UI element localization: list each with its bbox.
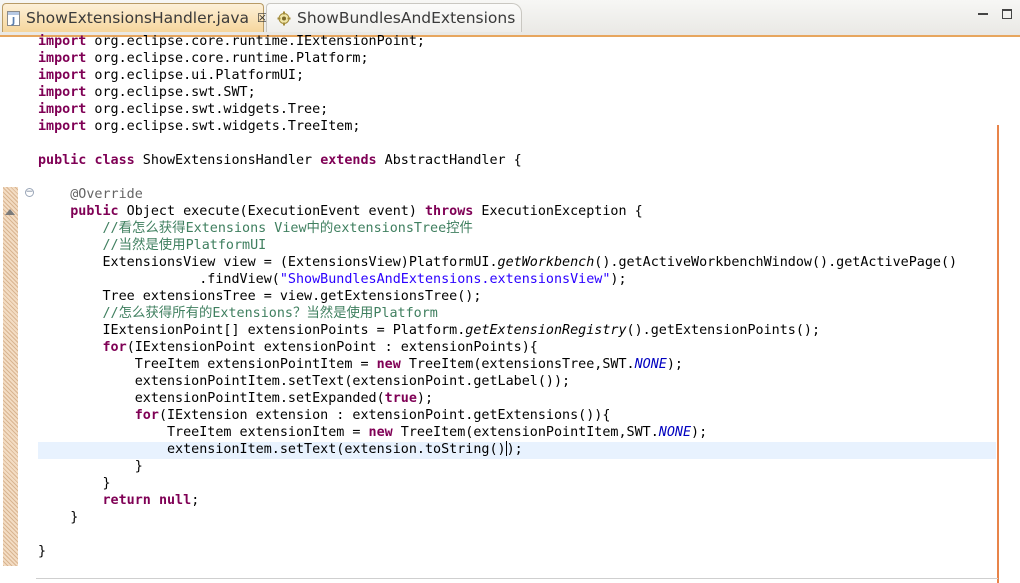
code-line: extensionPointItem.setExpanded(true); (38, 391, 434, 406)
maximize-icon[interactable] (1002, 9, 1012, 19)
code-line: for(IExtensionPoint extensionPoint : ext… (102, 340, 538, 355)
code-editor[interactable]: − import org.eclipse.core.runtime.IExten… (0, 34, 1020, 583)
change-range-indicator (3, 187, 18, 566)
plugin-manifest-icon (277, 11, 291, 25)
folding-column (18, 37, 36, 583)
minimize-icon[interactable] (978, 9, 988, 19)
code-line: } (38, 510, 79, 525)
code-line: import org.eclipse.core.runtime.IExtensi… (38, 34, 425, 49)
overview-ruler-right[interactable] (999, 37, 1020, 583)
tab-label: ShowExtensionsHandler.java (26, 9, 250, 27)
code-line: extensionPointItem.setText(extensionPoin… (38, 374, 571, 389)
code-line: } (38, 476, 111, 491)
editor-window: J ShowExtensionsHandler.java ☒ ShowBundl… (0, 0, 1020, 583)
code-line: public class ShowExtensionsHandler exten… (38, 153, 522, 168)
code-line: } (38, 459, 143, 474)
code-line: Tree extensionsTree = view.getExtensions… (38, 289, 482, 304)
range-marker-icon (5, 209, 15, 215)
code-line: @Override (70, 187, 143, 202)
code-line: for(IExtension extension : extensionPoin… (134, 408, 611, 423)
code-line: } (38, 544, 47, 559)
svg-text:J: J (11, 16, 15, 26)
code-line: .findView("ShowBundlesAndExtensions.exte… (38, 272, 627, 287)
code-line: import org.eclipse.ui.PlatformUI; (38, 68, 305, 83)
editor-bottom-border (36, 578, 998, 579)
code-line: import org.eclipse.swt.SWT; (38, 85, 256, 100)
editor-tab-bar: J ShowExtensionsHandler.java ☒ ShowBundl… (0, 0, 1020, 36)
code-line: //当然是使用PlatformUI (102, 238, 267, 253)
tab-show-bundles-and-extensions[interactable]: ShowBundlesAndExtensions (266, 3, 522, 32)
code-line: TreeItem extensionItem = new TreeItem(ex… (38, 425, 708, 440)
code-line: ExtensionsView view = (ExtensionsView)Pl… (38, 255, 958, 270)
java-file-icon: J (7, 10, 20, 26)
code-line: return null; (102, 493, 200, 508)
code-line: import org.eclipse.core.runtime.Platform… (38, 51, 369, 66)
code-line: //怎么获得所有的Extensions？当然是使用Platform (102, 306, 438, 321)
code-line: public Object execute(ExecutionEvent eve… (70, 204, 643, 219)
code-line: //看怎么获得Extensions View中的extensionsTree控件 (102, 221, 473, 236)
tab-label: ShowBundlesAndExtensions (297, 9, 516, 27)
tab-show-extensions-handler[interactable]: J ShowExtensionsHandler.java ☒ (2, 3, 268, 32)
code-line: TreeItem extensionPointItem = new TreeIt… (38, 357, 683, 372)
code-line: import org.eclipse.swt.widgets.TreeItem; (38, 119, 361, 134)
collapse-fold-icon[interactable]: − (25, 188, 34, 197)
window-controls (978, 9, 1012, 19)
code-line: import org.eclipse.swt.widgets.Tree; (38, 102, 329, 117)
code-line-current: extensionItem.setText(extension.toString… (38, 441, 523, 457)
code-line: IExtensionPoint[] extensionPoints = Plat… (38, 323, 821, 338)
